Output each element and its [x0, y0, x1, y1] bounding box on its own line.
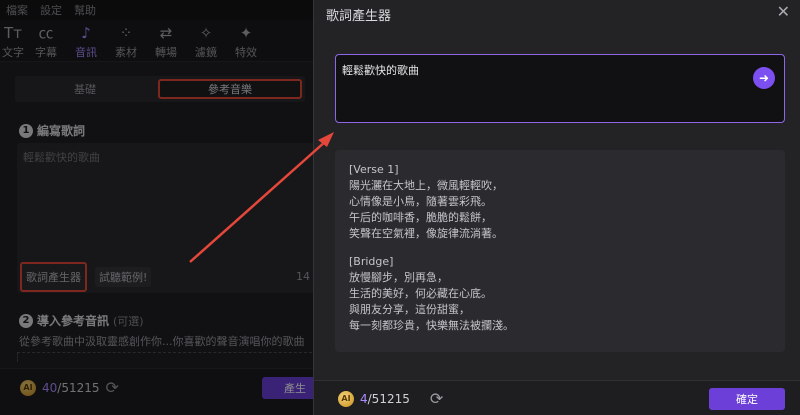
step-number: 2	[19, 313, 33, 328]
lyric-generator-button[interactable]: 歌詞產生器	[20, 262, 87, 292]
ai-coin-icon: AI	[338, 390, 354, 407]
lyric-line: 午后的咖啡香，脆脆的鬆餅，	[349, 211, 492, 224]
section-write-lyrics-title: 1 編寫歌詞	[19, 122, 85, 139]
prompt-input[interactable]: 輕鬆歡快的歌曲 ➜	[335, 54, 785, 123]
lyrics-placeholder: 輕鬆歡快的歌曲	[23, 151, 100, 164]
ai-coin-icon: AI	[20, 379, 36, 396]
tool-filter[interactable]: ✧ 濾鏡	[186, 24, 226, 60]
editor-panel: 檔案 設定 幫助 Tт 文字 ㏄字幕 ♪ 音訊 ⁘ 素材 ⇄ 轉場 ✧ 濾鏡 ✦ 特效 基礎…	[0, 0, 313, 415]
tool-transition[interactable]: ⇄ 轉場	[146, 24, 186, 60]
effect-icon: ✦	[239, 24, 253, 42]
sparkle-icon: ✧	[199, 24, 213, 42]
menu-bar: 檔案 設定 幫助	[0, 0, 313, 20]
step-number: 1	[19, 123, 33, 138]
dialog-credits-indicator: AI 4/51215 ⟳	[338, 389, 443, 408]
text-icon: Tт	[4, 24, 22, 42]
close-icon[interactable]: ✕	[777, 2, 790, 21]
tab-basic[interactable]: 基礎	[15, 76, 155, 102]
menu-help[interactable]: 幫助	[74, 2, 96, 18]
lyric-line: 與朋友分享，這份甜蜜，	[349, 303, 470, 316]
listen-sample-button[interactable]: 試聽範例!	[95, 267, 152, 287]
mode-tabs: 基礎 參考音樂	[15, 76, 305, 102]
music-note-icon: ♪	[81, 24, 91, 42]
tool-assets[interactable]: ⁘ 素材	[106, 24, 146, 60]
tab-reference-music[interactable]: 參考音樂	[158, 79, 302, 99]
generate-button[interactable]: 產生	[262, 377, 313, 399]
credits-indicator: AI 40/51215 ⟳	[20, 378, 119, 397]
dialog-title: 歌詞產生器	[326, 9, 392, 24]
lyric-line: 每一刻都珍貴，快樂無法被攔淺。	[349, 319, 514, 332]
lyrics-result: [Verse 1] 陽光灑在大地上，微風輕輕吹， 心情像是小鳥，隨著雲彩飛。 午…	[335, 150, 785, 352]
lyric-line: 陽光灑在大地上，微風輕輕吹，	[349, 179, 503, 192]
grid-icon: ⁘	[119, 24, 133, 42]
menu-file[interactable]: 檔案	[6, 2, 28, 18]
refresh-icon[interactable]: ⟳	[106, 378, 119, 397]
media-toolbar: Tт 文字 ㏄字幕 ♪ 音訊 ⁘ 素材 ⇄ 轉場 ✧ 濾鏡 ✦ 特效	[0, 20, 313, 62]
confirm-button[interactable]: 確定	[709, 388, 785, 410]
char-count: 14	[296, 270, 310, 283]
refresh-icon[interactable]: ⟳	[430, 389, 443, 408]
prompt-text: 輕鬆歡快的歌曲	[342, 64, 419, 77]
transition-icon: ⇄	[159, 24, 173, 42]
section-import-reference-title: 2 導入參考音訊 (可選)	[19, 312, 144, 329]
lyric-line: 放慢腳步，別再急，	[349, 271, 448, 284]
tool-subtitle[interactable]: ㏄字幕	[26, 24, 66, 60]
lyric-line: 生活的美好，何必藏在心底。	[349, 287, 492, 300]
lyric-line: 笑聲在空氣裡，像旋律流淌著。	[349, 227, 503, 240]
menu-settings[interactable]: 設定	[40, 2, 62, 18]
tool-audio[interactable]: ♪ 音訊	[66, 24, 106, 60]
app-root: 檔案 設定 幫助 Tт 文字 ㏄字幕 ♪ 音訊 ⁘ 素材 ⇄ 轉場 ✧ 濾鏡 ✦ 特效 基礎…	[0, 0, 800, 415]
lyric-generator-dialog: 歌詞產生器 ✕ 輕鬆歡快的歌曲 ➜ [Verse 1] 陽光灑在大地上，微風輕輕…	[313, 0, 800, 415]
subtitle-icon: ㏄	[38, 24, 54, 42]
lyric-line: [Bridge]	[349, 255, 394, 268]
stanza-gap	[349, 242, 771, 254]
lyric-line: [Verse 1]	[349, 163, 399, 176]
send-arrow-icon[interactable]: ➜	[753, 67, 775, 89]
reference-description: 從參考歌曲中汲取靈感創作你...你喜歡的聲音演唱你的歌曲	[19, 335, 305, 348]
lyric-line: 心情像是小鳥，隨著雲彩飛。	[349, 195, 492, 208]
upload-dropzone[interactable]	[17, 352, 313, 362]
tool-text[interactable]: Tт 文字	[0, 24, 26, 60]
tool-effect[interactable]: ✦ 特效	[226, 24, 266, 60]
